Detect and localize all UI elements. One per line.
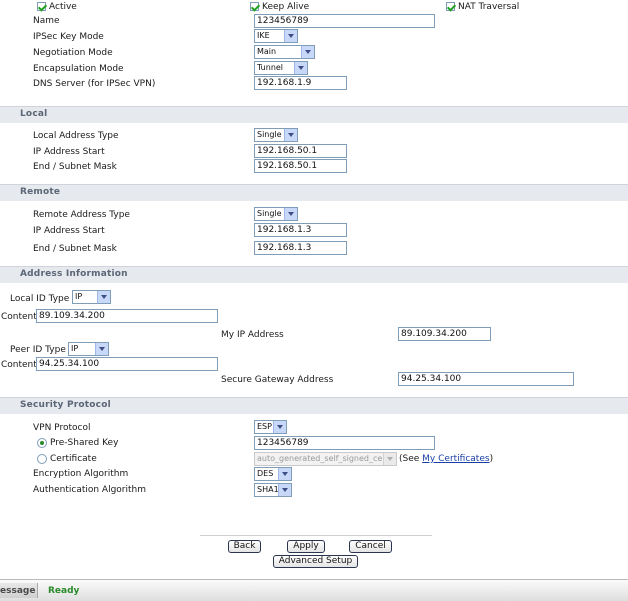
vpn-protocol-value: ESP — [257, 422, 272, 431]
peer-id-type-select[interactable]: IP — [68, 342, 109, 356]
pre-shared-key-label: Pre-Shared Key — [50, 438, 119, 448]
encapsulation-mode-label: Encapsulation Mode — [33, 64, 124, 74]
active-label: Active — [49, 2, 77, 12]
local-id-type-value: IP — [75, 292, 83, 301]
local-section-title: Local — [20, 109, 48, 119]
authentication-algorithm-select[interactable]: SHA1 — [254, 483, 292, 497]
ipsec-key-mode-label: IPSec Key Mode — [33, 32, 104, 42]
my-certificates-link[interactable]: My Certificates — [422, 454, 489, 464]
pre-shared-key-radio[interactable] — [37, 438, 47, 448]
local-end-mask-input[interactable]: 192.168.50.1 — [254, 159, 347, 173]
ipsec-key-mode-select[interactable]: IKE — [254, 29, 298, 43]
see-prefix: (See — [399, 454, 423, 464]
keep-alive-checkbox[interactable] — [250, 2, 259, 11]
remote-ip-start-label: IP Address Start — [33, 226, 105, 236]
chevron-down-icon — [284, 208, 297, 220]
dns-server-label: DNS Server (for IPSec VPN) — [33, 79, 156, 89]
security-section-header: Security Protocol — [0, 397, 628, 414]
back-button[interactable]: Back — [228, 540, 261, 553]
name-label: Name — [33, 16, 60, 26]
certificate-select[interactable]: auto_generated_self_signed_cert — [254, 452, 397, 466]
security-section-title: Security Protocol — [20, 400, 111, 410]
local-end-mask-label: End / Subnet Mask — [33, 162, 117, 172]
certificate-radio[interactable] — [37, 454, 47, 464]
see-suffix: ) — [489, 454, 494, 464]
secure-gateway-input[interactable]: 94.25.34.100 — [398, 372, 574, 386]
certificate-label: Certificate — [50, 454, 97, 464]
local-address-type-label: Local Address Type — [33, 131, 119, 141]
address-info-section-header: Address Information — [0, 266, 628, 283]
local-section-header: Local — [0, 106, 628, 123]
name-input[interactable]: 123456789 — [254, 14, 435, 28]
chevron-down-icon — [95, 343, 108, 355]
button-divider — [200, 535, 432, 536]
peer-id-type-label: Peer ID Type — [10, 345, 66, 355]
local-content-input[interactable]: 89.109.34.200 — [36, 309, 218, 323]
peer-id-type-value: IP — [71, 344, 79, 353]
local-id-type-label: Local ID Type — [10, 294, 70, 304]
local-ip-start-label: IP Address Start — [33, 147, 105, 157]
nat-traversal-checkbox[interactable] — [446, 2, 455, 11]
chevron-down-icon — [278, 484, 291, 496]
ipsec-key-mode-value: IKE — [257, 31, 270, 40]
encapsulation-mode-select[interactable]: Tunnel — [254, 61, 308, 75]
remote-ip-start-input[interactable]: 192.168.1.3 — [254, 223, 347, 237]
status-value: Ready — [48, 586, 80, 596]
negotiation-mode-value: Main — [257, 47, 277, 56]
remote-section-title: Remote — [20, 187, 61, 197]
remote-end-mask-input[interactable]: 192.168.1.3 — [254, 241, 347, 255]
pre-shared-key-input[interactable]: 123456789 — [254, 436, 435, 450]
negotiation-mode-label: Negotiation Mode — [33, 48, 113, 58]
local-ip-start-input[interactable]: 192.168.50.1 — [254, 144, 347, 158]
status-bar: essage Ready — [0, 579, 628, 601]
local-address-type-value: Single — [257, 130, 282, 139]
my-ip-address-label: My IP Address — [221, 330, 284, 340]
local-content-label: Content — [1, 312, 37, 322]
see-certificates-note: (See My Certificates) — [399, 453, 493, 465]
cancel-button[interactable]: Cancel — [349, 540, 392, 553]
chevron-down-icon — [284, 129, 297, 141]
address-info-section-title: Address Information — [20, 269, 128, 279]
encryption-algorithm-value: DES — [257, 469, 274, 478]
negotiation-mode-select[interactable]: Main — [254, 45, 315, 59]
vpn-protocol-select[interactable]: ESP — [254, 420, 287, 434]
local-address-type-select[interactable]: Single — [254, 128, 298, 142]
encapsulation-mode-value: Tunnel — [257, 63, 284, 72]
chevron-down-icon — [284, 30, 297, 42]
keep-alive-label: Keep Alive — [262, 2, 310, 12]
peer-content-label: Content — [1, 360, 37, 370]
peer-content-input[interactable]: 94.25.34.100 — [36, 357, 218, 371]
certificate-value: auto_generated_self_signed_cert — [257, 454, 389, 463]
chevron-down-icon — [294, 62, 307, 74]
active-checkbox[interactable] — [37, 2, 46, 11]
authentication-algorithm-label: Authentication Algorithm — [33, 485, 147, 495]
secure-gateway-label: Secure Gateway Address — [221, 375, 334, 385]
remote-address-type-label: Remote Address Type — [33, 210, 130, 220]
nat-traversal-label: NAT Traversal — [458, 2, 520, 12]
chevron-down-icon — [273, 421, 286, 433]
advanced-setup-button[interactable]: Advanced Setup — [273, 555, 358, 568]
chevron-down-icon — [301, 46, 314, 58]
encryption-algorithm-label: Encryption Algorithm — [33, 469, 129, 479]
apply-button[interactable]: Apply — [287, 540, 325, 553]
remote-address-type-select[interactable]: Single — [254, 207, 298, 221]
status-label: essage — [0, 586, 36, 596]
chevron-down-icon — [383, 453, 396, 465]
chevron-down-icon — [97, 291, 110, 303]
remote-section-header: Remote — [0, 184, 628, 201]
remote-end-mask-label: End / Subnet Mask — [33, 244, 117, 254]
authentication-algorithm-value: SHA1 — [257, 485, 279, 494]
my-ip-address-input[interactable]: 89.109.34.200 — [398, 327, 491, 341]
encryption-algorithm-select[interactable]: DES — [254, 467, 292, 481]
chevron-down-icon — [278, 468, 291, 480]
vpn-protocol-label: VPN Protocol — [33, 423, 91, 433]
local-id-type-select[interactable]: IP — [72, 290, 111, 304]
dns-server-input[interactable]: 192.168.1.9 — [254, 76, 347, 90]
remote-address-type-value: Single — [257, 209, 282, 218]
